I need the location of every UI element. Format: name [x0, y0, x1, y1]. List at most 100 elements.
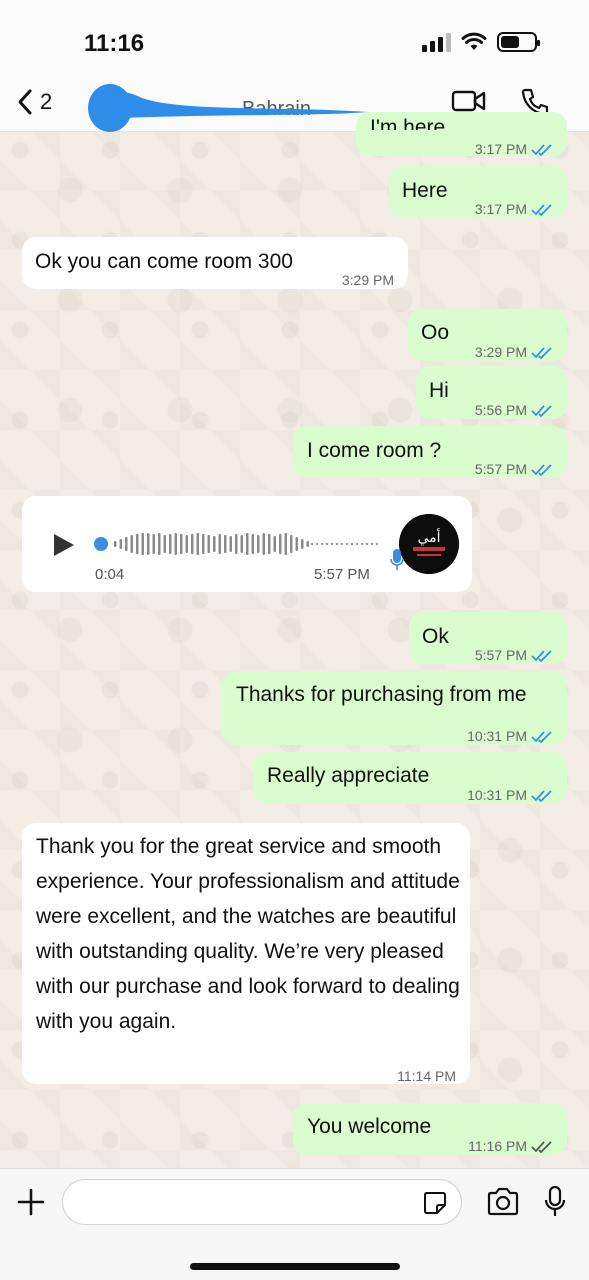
home-indicator: [190, 1263, 400, 1270]
message-meta: 5:57 PM: [475, 638, 553, 673]
waveform-dot: [345, 542, 349, 546]
waveform-bar: [224, 535, 227, 553]
voice-waveform[interactable]: [94, 530, 394, 558]
waveform-bar: [207, 535, 210, 553]
message-text: Ok: [422, 625, 449, 648]
waveform-bar: [218, 534, 221, 554]
waveform-bar: [174, 533, 177, 555]
waveform-dot: [310, 542, 314, 546]
message-bubble-outgoing[interactable]: I come room ? 5:57 PM: [293, 426, 567, 478]
message-bubble-outgoing[interactable]: Really appreciate 10:31 PM: [253, 752, 567, 804]
microphone-icon[interactable]: [543, 1185, 567, 1219]
message-meta: 10:31 PM: [467, 719, 553, 754]
waveform-bar: [202, 534, 205, 554]
waveform-bar: [295, 537, 298, 551]
waveform-bar: [114, 541, 117, 547]
message-time: 5:57 PM: [474, 461, 527, 477]
message-bubble-outgoing[interactable]: Thanks for purchasing from me 10:31 PM: [222, 671, 567, 745]
message-bubble-outgoing[interactable]: Ok 5:57 PM: [409, 612, 567, 664]
camera-icon[interactable]: [486, 1187, 520, 1217]
message-bubble-outgoing[interactable]: Oo 3:29 PM: [408, 309, 567, 361]
waveform-bar: [290, 535, 293, 553]
message-meta: 3:29 PM: [475, 335, 553, 370]
waveform-dot: [355, 542, 359, 546]
waveform-dot: [325, 542, 329, 546]
waveform-bar: [147, 533, 150, 555]
waveform-bar: [262, 533, 265, 555]
waveform-dot: [365, 542, 369, 546]
chevron-left-icon: [18, 89, 32, 115]
message-time: 10:31 PM: [467, 728, 527, 744]
message-bubble-outgoing[interactable]: Hi 5:56 PM: [416, 366, 567, 419]
message-text: I'm here: [370, 116, 446, 130]
microphone-icon: [390, 549, 404, 570]
waveform-bar: [240, 535, 243, 553]
message-text: Thank you for the great service and smoo…: [36, 835, 460, 1033]
message-meta: 11:14 PM: [397, 1059, 456, 1094]
message-time: 3:17 PM: [474, 141, 527, 157]
message-text: Hi: [429, 379, 449, 402]
waveform-dot: [340, 542, 344, 546]
waveform-bar: [301, 539, 304, 549]
waveform-bar: [158, 533, 161, 555]
play-icon[interactable]: [52, 532, 76, 558]
waveform-bar: [169, 534, 172, 554]
contact-name[interactable]: Bahrain: [82, 84, 372, 132]
message-bubble-outgoing[interactable]: I'm here 3:17 PM: [356, 112, 567, 157]
waveform-bar: [130, 535, 133, 553]
waveform-dot: [350, 542, 354, 546]
avatar-logo: أمي: [399, 514, 459, 574]
message-time: 10:31 PM: [467, 787, 527, 803]
message-meta: 3:17 PM: [475, 132, 553, 167]
message-text: I come room ?: [307, 439, 442, 462]
cellular-signal-icon: [422, 32, 451, 52]
waveform-bar: [191, 534, 194, 554]
waveform-dot: [320, 542, 324, 546]
voice-message-bubble[interactable]: 0:04 5:57 PM أمي: [22, 496, 472, 592]
voice-duration: 0:04: [95, 566, 125, 583]
message-meta: 3:29 PM: [342, 263, 394, 298]
waveform-bar: [152, 534, 155, 554]
waveform-bar: [284, 533, 287, 555]
message-bubble-incoming[interactable]: Thank you for the great service and smoo…: [22, 823, 470, 1084]
back-button[interactable]: 2: [16, 88, 52, 116]
message-time: 5:56 PM: [474, 402, 527, 418]
message-text: You welcome: [307, 1115, 432, 1138]
message-time: 3:29 PM: [474, 344, 527, 360]
message-meta: 3:17 PM: [475, 192, 553, 227]
waveform-bar: [185, 535, 188, 553]
message-meta: 5:56 PM: [475, 393, 553, 428]
waveform-dot: [315, 542, 319, 546]
voice-time: 5:57 PM: [314, 566, 370, 583]
read-ticks-icon: [531, 463, 552, 476]
composer-bar: [0, 1168, 589, 1280]
status-bar: 11:16: [0, 0, 589, 80]
waveform-bar: [125, 537, 128, 551]
unread-count: 2: [40, 89, 53, 114]
message-input[interactable]: [62, 1179, 462, 1225]
read-ticks-icon: [531, 143, 552, 156]
message-time: 3:29 PM: [341, 272, 394, 288]
delivered-ticks-icon: [531, 1140, 552, 1153]
playhead-dot: [94, 537, 108, 551]
message-bubble-outgoing[interactable]: You welcome 11:16 PM: [293, 1103, 567, 1155]
sticker-icon[interactable]: [423, 1191, 447, 1215]
waveform-bar: [136, 534, 139, 554]
message-bubble-incoming[interactable]: Ok you can come room 300 3:29 PM: [22, 237, 408, 289]
waveform-dot: [375, 542, 379, 546]
read-ticks-icon: [531, 789, 552, 802]
message-text: Ok you can come room 300: [35, 250, 293, 273]
waveform-bar: [279, 534, 282, 554]
message-bubble-outgoing[interactable]: Here 3:17 PM: [389, 166, 567, 218]
redaction-scribble: [88, 84, 368, 132]
plus-icon[interactable]: [16, 1187, 46, 1217]
message-time: 11:16 PM: [468, 1138, 527, 1154]
wifi-icon: [461, 32, 487, 50]
read-ticks-icon: [531, 404, 552, 417]
sender-avatar: أمي: [399, 514, 459, 574]
status-icons: [422, 32, 540, 52]
waveform-bar: [229, 536, 232, 552]
message-text: Oo: [421, 321, 450, 344]
waveform-bar: [257, 535, 260, 553]
message-meta: 5:57 PM: [475, 452, 553, 487]
